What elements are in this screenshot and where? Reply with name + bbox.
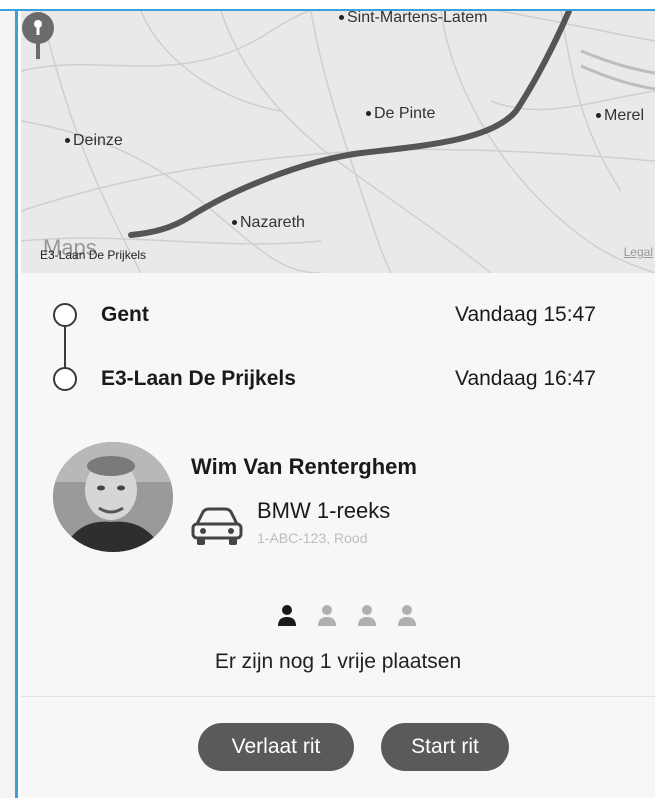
map-label-merel: Merel <box>596 107 644 125</box>
driver-card: Wim Van Renterghem BMW 1-reeks 1-ABC-123… <box>21 416 655 577</box>
stop-circle-icon <box>53 367 77 391</box>
leave-ride-button[interactable]: Verlaat rit <box>198 723 354 771</box>
destination-name: E3-Laan De Prijkels <box>101 367 296 390</box>
seat-free-icon <box>398 605 416 626</box>
person-photo-icon <box>53 442 173 552</box>
origin-name: Gent <box>101 303 149 326</box>
destination-pin-label: E3-Laan De Prijkels <box>40 248 147 262</box>
map-label-nazareth: Nazareth <box>232 214 305 232</box>
route-stops: Gent Vandaag 15:47 E3-Laan De Prijkels V… <box>21 273 655 417</box>
car-model: BMW 1-reeks <box>257 498 391 523</box>
destination-pin-icon[interactable] <box>21 11 55 61</box>
route-connector <box>64 327 66 369</box>
car-icon <box>191 507 243 545</box>
map-legal-link[interactable]: Legal <box>624 245 653 259</box>
free-seats-text: Er zijn nog 1 vrije plaatsen <box>214 650 462 673</box>
car-plate-color: 1-ABC-123, Rood <box>257 530 368 546</box>
ride-actions: Verlaat rit Start rit <box>21 697 655 798</box>
avatar[interactable] <box>53 442 173 552</box>
window-frame-left <box>0 0 18 798</box>
map-label-deinze: Deinze <box>65 132 123 150</box>
map-label-sint-martens-latem: Sint-Martens-Latem <box>339 11 488 27</box>
driver-name: Wim Van Renterghem <box>191 454 417 479</box>
seat-free-icon <box>358 605 376 626</box>
route-line <box>128 11 572 238</box>
seat-occupied-icon <box>278 605 296 626</box>
seat-icons <box>277 604 417 628</box>
map-label-de-pinte: De Pinte <box>366 105 435 123</box>
seat-availability: Er zijn nog 1 vrije plaatsen <box>21 576 655 697</box>
seat-free-icon <box>318 605 336 626</box>
window-frame-top <box>0 0 655 11</box>
destination-time: Vandaag 16:47 <box>455 367 596 390</box>
stop-circle-icon <box>53 303 77 327</box>
ride-detail-screen: Sint-Martens-Latem De Pinte Merel Deinze… <box>21 11 655 798</box>
start-ride-button[interactable]: Start rit <box>381 723 509 771</box>
route-map[interactable]: Sint-Martens-Latem De Pinte Merel Deinze… <box>21 11 655 273</box>
origin-time: Vandaag 15:47 <box>455 303 596 326</box>
